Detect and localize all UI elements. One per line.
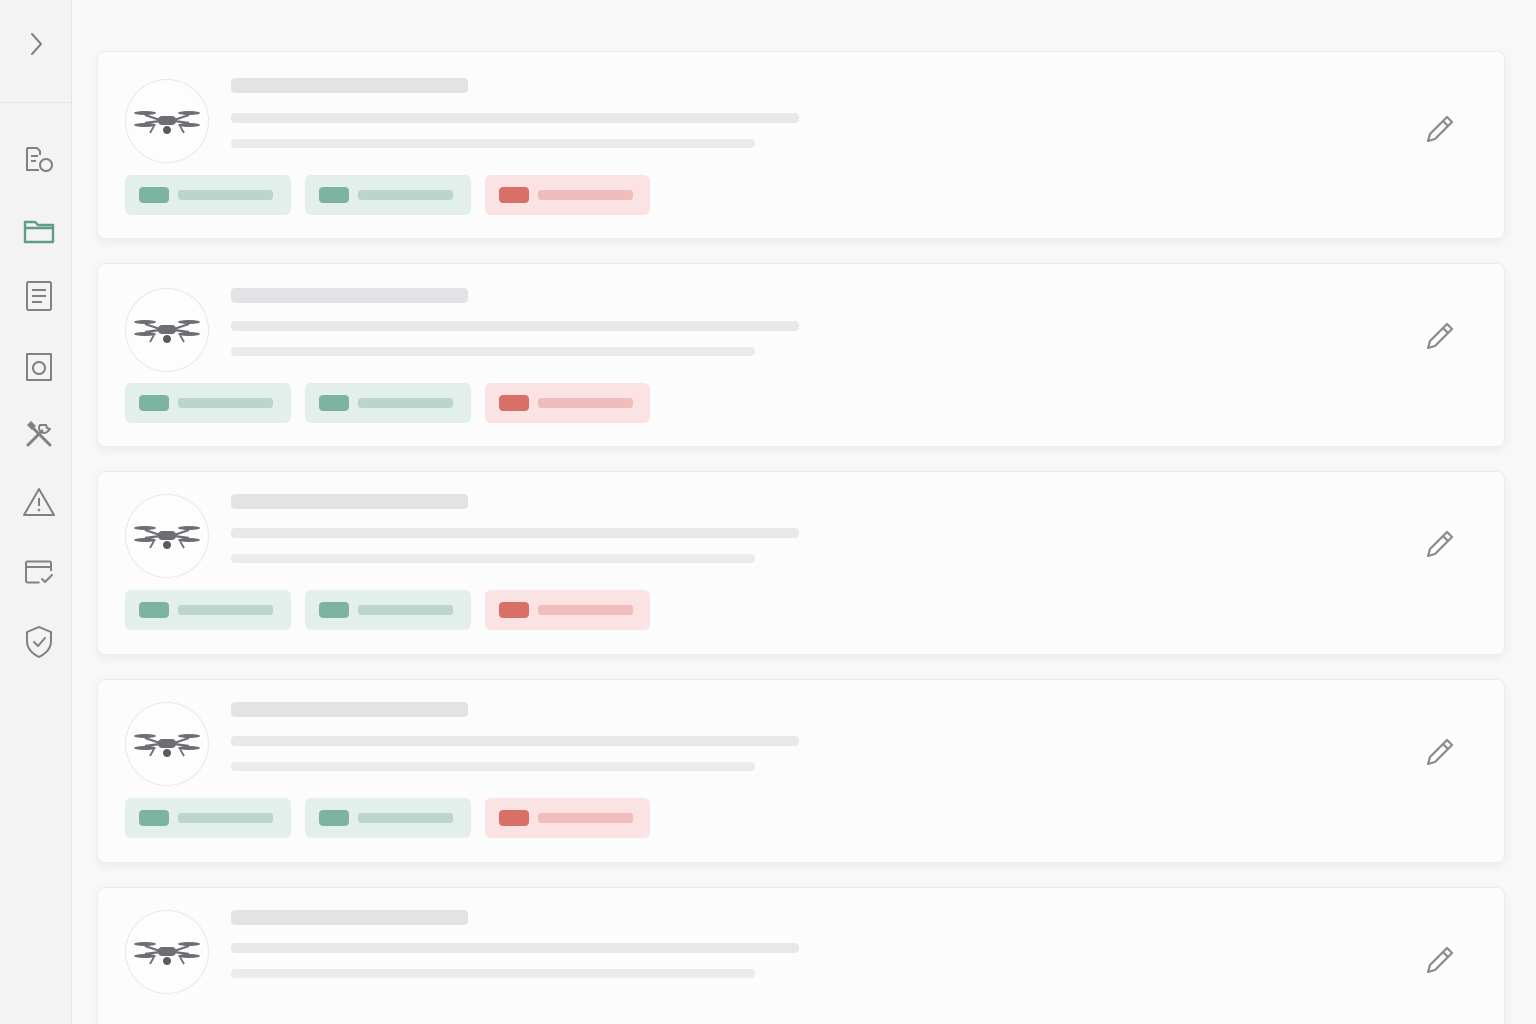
- subtitle-skeleton: [231, 943, 799, 953]
- sidebar-item-security[interactable]: [19, 622, 59, 662]
- subtitle-skeleton: [231, 528, 799, 538]
- alert-tag: [485, 590, 650, 630]
- app-root: [0, 0, 1536, 1024]
- drone-icon: [134, 320, 200, 343]
- drone-card[interactable]: [97, 887, 1505, 1024]
- title-skeleton: [231, 78, 468, 93]
- edit-button[interactable]: [1420, 524, 1460, 564]
- title-skeleton: [231, 494, 468, 509]
- tools-icon: [26, 421, 52, 447]
- drone-list: [73, 0, 1536, 1024]
- document-icon: [26, 281, 52, 311]
- drone-card[interactable]: [97, 263, 1505, 447]
- subtitle-skeleton: [231, 321, 799, 331]
- sidebar-item-documents[interactable]: [19, 276, 59, 316]
- status-tag: [305, 590, 471, 630]
- sidebar-item-alerts[interactable]: [19, 482, 59, 522]
- drone-card[interactable]: [97, 51, 1505, 239]
- title-skeleton: [231, 288, 468, 303]
- pencil-icon: [1426, 115, 1454, 143]
- sidebar-item-maintenance[interactable]: [19, 414, 59, 454]
- drone-avatar: [125, 79, 209, 163]
- sidebar-item-payments[interactable]: [19, 552, 59, 592]
- drone-icon: [134, 111, 200, 134]
- drone-icon: [134, 734, 200, 757]
- sidebar-item-folders[interactable]: [19, 211, 59, 251]
- subtitle-skeleton: [231, 736, 799, 746]
- chevron-right-icon: [30, 33, 42, 55]
- drone-icon: [134, 526, 200, 549]
- edit-button[interactable]: [1420, 732, 1460, 772]
- status-tag: [125, 175, 291, 215]
- status-tag: [125, 383, 291, 423]
- drone-card[interactable]: [97, 471, 1505, 655]
- drone-avatar: [125, 702, 209, 786]
- drone-icon: [134, 942, 200, 965]
- status-tag: [305, 798, 471, 838]
- status-tag: [305, 175, 471, 215]
- edit-button[interactable]: [1420, 940, 1460, 980]
- details-skeleton: [231, 762, 755, 771]
- pencil-icon: [1426, 530, 1454, 558]
- drone-card[interactable]: [97, 679, 1505, 863]
- edit-button[interactable]: [1420, 316, 1460, 356]
- edit-button[interactable]: [1420, 109, 1460, 149]
- shield-check-icon: [26, 626, 52, 658]
- status-tag: [305, 383, 471, 423]
- pencil-icon: [1426, 738, 1454, 766]
- drone-avatar: [125, 910, 209, 994]
- camera-icon: [26, 353, 52, 381]
- alert-tag: [485, 798, 650, 838]
- details-skeleton: [231, 139, 755, 148]
- details-skeleton: [231, 969, 755, 978]
- title-skeleton: [231, 910, 468, 925]
- details-skeleton: [231, 554, 755, 563]
- pencil-icon: [1426, 946, 1454, 974]
- list-settings-icon: [26, 147, 53, 172]
- alert-tag: [485, 175, 650, 215]
- sidebar: [0, 0, 72, 1024]
- drone-avatar: [125, 494, 209, 578]
- warning-icon: [23, 488, 55, 516]
- card-check-icon: [25, 560, 53, 584]
- status-tag: [125, 798, 291, 838]
- alert-tag: [485, 383, 650, 423]
- pencil-icon: [1426, 322, 1454, 350]
- details-skeleton: [231, 347, 755, 356]
- sidebar-item-registry[interactable]: [19, 140, 59, 180]
- title-skeleton: [231, 702, 468, 717]
- sidebar-item-camera[interactable]: [19, 347, 59, 387]
- status-tag: [125, 590, 291, 630]
- folder-icon: [23, 220, 55, 244]
- subtitle-skeleton: [231, 113, 799, 123]
- sidebar-expand-button[interactable]: [0, 0, 71, 103]
- drone-avatar: [125, 288, 209, 372]
